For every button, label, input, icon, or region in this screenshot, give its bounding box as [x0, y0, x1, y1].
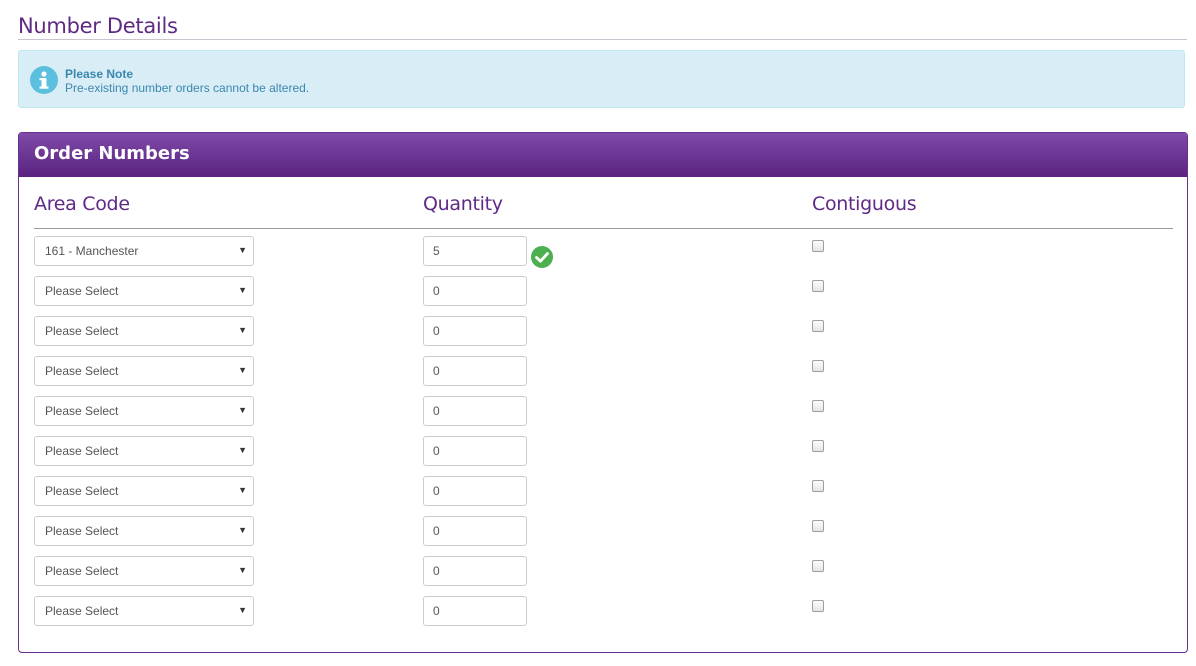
area-code-selected-value: Please Select — [45, 604, 119, 618]
column-header-quantity: Quantity — [423, 193, 503, 215]
order-numbers-panel: Order Numbers Area Code Quantity Contigu… — [18, 132, 1188, 653]
contiguous-checkbox[interactable] — [812, 400, 824, 412]
area-code-select[interactable]: Please Select ▼ — [34, 556, 254, 586]
quantity-input[interactable] — [423, 236, 527, 266]
order-row: Please Select ▼ — [19, 316, 1187, 346]
order-row: Please Select ▼ — [19, 476, 1187, 506]
column-header-area-code: Area Code — [34, 193, 130, 215]
quantity-input[interactable] — [423, 516, 527, 546]
quantity-input[interactable] — [423, 436, 527, 466]
area-code-selected-value: Please Select — [45, 284, 119, 298]
area-code-selected-value: Please Select — [45, 364, 119, 378]
quantity-input[interactable] — [423, 356, 527, 386]
area-code-select[interactable]: Please Select ▼ — [34, 436, 254, 466]
area-code-selected-value: Please Select — [45, 404, 119, 418]
area-code-select[interactable]: Please Select ▼ — [34, 396, 254, 426]
contiguous-checkbox[interactable] — [812, 480, 824, 492]
order-row: Please Select ▼ — [19, 516, 1187, 546]
contiguous-checkbox[interactable] — [812, 560, 824, 572]
contiguous-checkbox[interactable] — [812, 360, 824, 372]
area-code-selected-value: Please Select — [45, 564, 119, 578]
dropdown-arrow-icon: ▼ — [238, 605, 247, 615]
contiguous-checkbox[interactable] — [812, 600, 824, 612]
area-code-select[interactable]: 161 - Manchester ▼ — [34, 236, 254, 266]
page-title: Number Details — [18, 14, 178, 38]
area-code-selected-value: Please Select — [45, 324, 119, 338]
order-row: Please Select ▼ — [19, 556, 1187, 586]
area-code-selected-value: 161 - Manchester — [45, 244, 139, 258]
area-code-select[interactable]: Please Select ▼ — [34, 596, 254, 626]
order-row: Please Select ▼ — [19, 436, 1187, 466]
info-icon — [30, 66, 58, 94]
area-code-selected-value: Please Select — [45, 524, 119, 538]
quantity-input[interactable] — [423, 316, 527, 346]
area-code-select[interactable]: Please Select ▼ — [34, 356, 254, 386]
contiguous-checkbox[interactable] — [812, 320, 824, 332]
title-divider — [18, 39, 1187, 40]
area-code-select[interactable]: Please Select ▼ — [34, 476, 254, 506]
header-divider — [34, 228, 1173, 229]
quantity-input[interactable] — [423, 276, 527, 306]
info-alert: Please Note Pre-existing number orders c… — [18, 50, 1185, 108]
column-header-contiguous: Contiguous — [812, 193, 917, 215]
order-row: 161 - Manchester ▼ — [19, 236, 1187, 268]
panel-header: Order Numbers — [19, 133, 1187, 177]
order-row: Please Select ▼ — [19, 356, 1187, 386]
quantity-input[interactable] — [423, 476, 527, 506]
quantity-input[interactable] — [423, 396, 527, 426]
dropdown-arrow-icon: ▼ — [238, 325, 247, 335]
dropdown-arrow-icon: ▼ — [238, 445, 247, 455]
area-code-selected-value: Please Select — [45, 444, 119, 458]
quantity-input[interactable] — [423, 596, 527, 626]
dropdown-arrow-icon: ▼ — [238, 365, 247, 375]
dropdown-arrow-icon: ▼ — [238, 405, 247, 415]
order-row: Please Select ▼ — [19, 276, 1187, 306]
dropdown-arrow-icon: ▼ — [238, 285, 247, 295]
dropdown-arrow-icon: ▼ — [238, 565, 247, 575]
contiguous-checkbox[interactable] — [812, 440, 824, 452]
alert-title: Please Note — [65, 67, 134, 81]
dropdown-arrow-icon: ▼ — [238, 525, 247, 535]
contiguous-checkbox[interactable] — [812, 240, 824, 252]
dropdown-arrow-icon: ▼ — [238, 485, 247, 495]
valid-check-icon — [531, 246, 553, 268]
area-code-select[interactable]: Please Select ▼ — [34, 316, 254, 346]
area-code-select[interactable]: Please Select ▼ — [34, 276, 254, 306]
contiguous-checkbox[interactable] — [812, 520, 824, 532]
area-code-select[interactable]: Please Select ▼ — [34, 516, 254, 546]
dropdown-arrow-icon: ▼ — [238, 245, 247, 255]
order-row: Please Select ▼ — [19, 396, 1187, 426]
alert-message: Pre-existing number orders cannot be alt… — [65, 81, 310, 95]
quantity-input[interactable] — [423, 556, 527, 586]
order-row: Please Select ▼ — [19, 596, 1187, 626]
area-code-selected-value: Please Select — [45, 484, 119, 498]
panel-title: Order Numbers — [34, 143, 190, 164]
contiguous-checkbox[interactable] — [812, 280, 824, 292]
